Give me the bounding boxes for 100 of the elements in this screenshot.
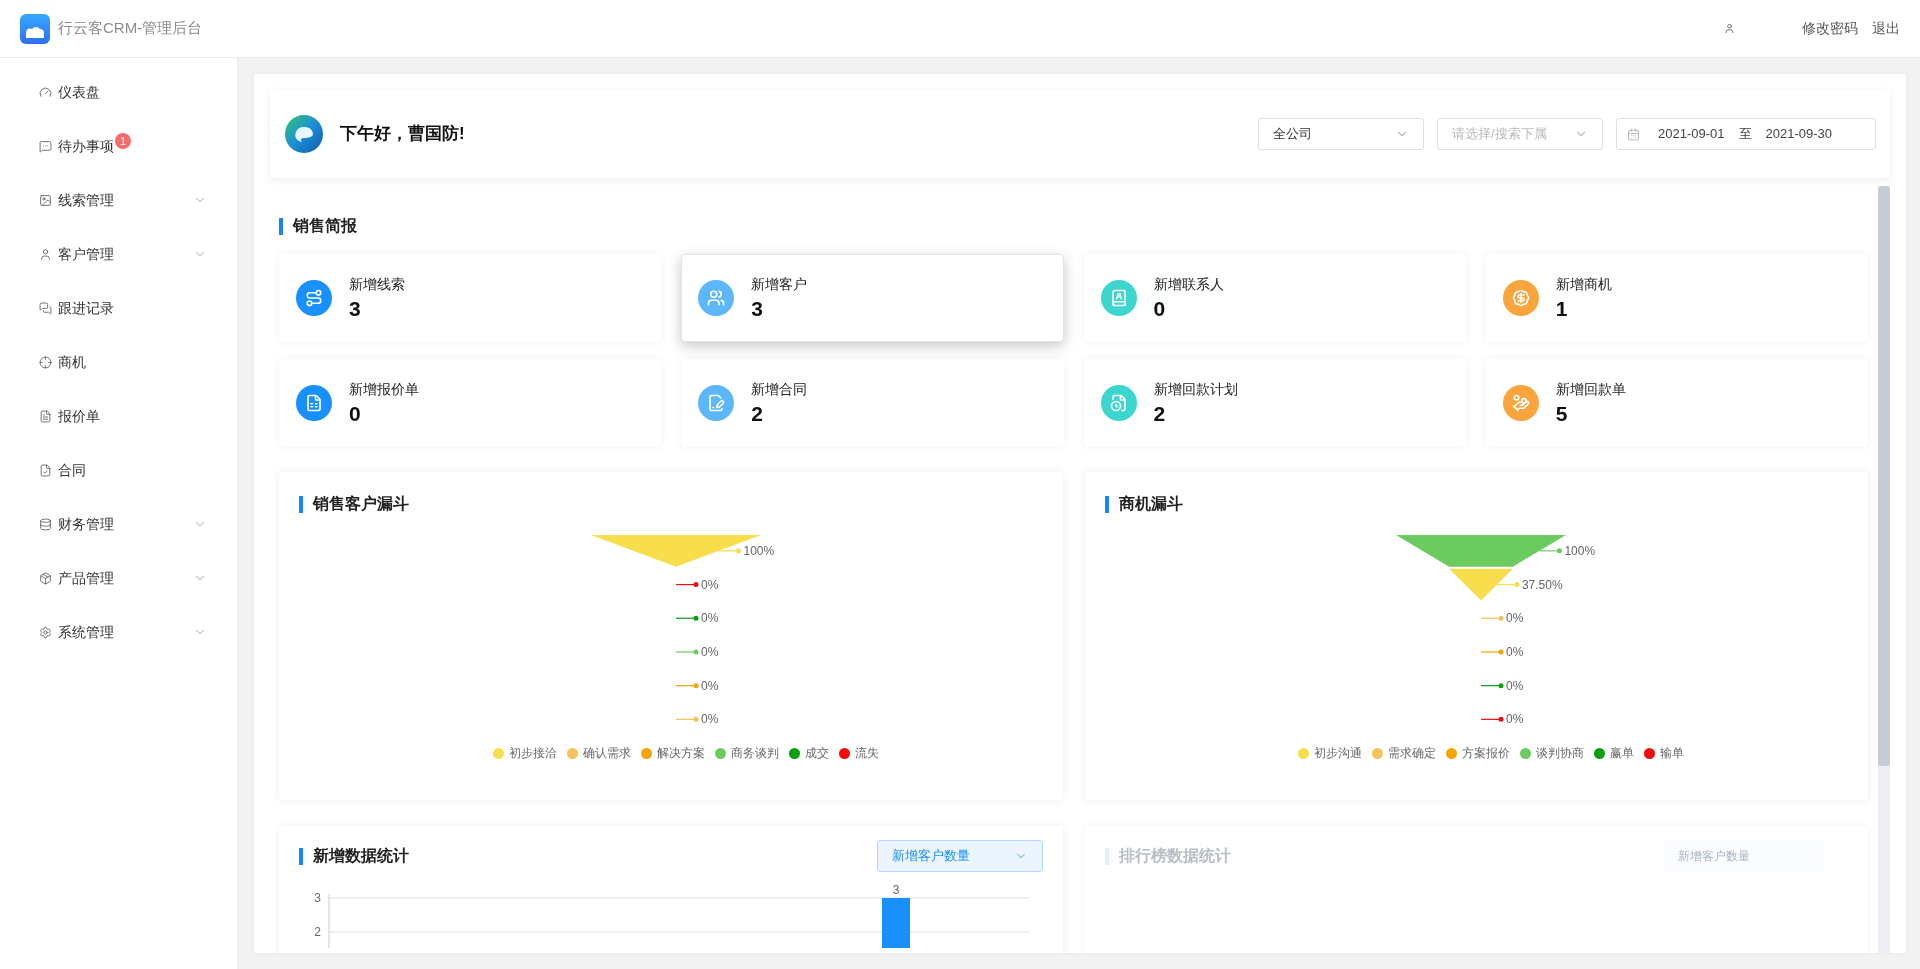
leader-line bbox=[1480, 617, 1500, 619]
user-icon bbox=[39, 247, 52, 261]
sidebar-item[interactable]: 产品管理 bbox=[0, 551, 237, 605]
gauge-icon bbox=[39, 85, 52, 99]
legend-label[interactable]: 谈判协商 bbox=[1536, 744, 1585, 763]
sidebar-item[interactable]: 合同 bbox=[0, 443, 237, 497]
leader-line bbox=[717, 550, 737, 552]
title-accent-bar bbox=[279, 217, 283, 235]
sidebar-item[interactable]: 商机 bbox=[0, 335, 237, 389]
leader-line bbox=[675, 718, 695, 720]
legend-label[interactable]: 确认需求 bbox=[582, 744, 631, 763]
sidebar-label: 产品管理 bbox=[58, 568, 114, 588]
percent-label: 0% bbox=[700, 577, 719, 592]
section-title: 排行榜数据统计 bbox=[1118, 846, 1231, 866]
stat-value: 3 bbox=[349, 295, 362, 322]
percent-label: 100% bbox=[1564, 543, 1596, 558]
title-accent-bar bbox=[1104, 847, 1109, 865]
stat-label: 新增线索 bbox=[349, 274, 405, 294]
legend-label[interactable]: 赢单 bbox=[1610, 744, 1635, 763]
sidebar-label: 合同 bbox=[58, 460, 86, 480]
sidebar-label: 线索管理 bbox=[58, 190, 114, 210]
stat-label: 新增商机 bbox=[1555, 274, 1612, 294]
stat-value: 0 bbox=[1153, 295, 1167, 322]
percent-label: 0% bbox=[1506, 644, 1524, 659]
stat-card[interactable]: 新增回款单 5 bbox=[1485, 359, 1868, 447]
stat-card[interactable]: 新增线索 3 bbox=[279, 254, 662, 342]
package-icon bbox=[39, 571, 52, 585]
database-icon bbox=[39, 517, 52, 531]
percent-label: 0% bbox=[1506, 712, 1524, 727]
stat-label: 新增回款计划 bbox=[1153, 379, 1238, 399]
stat-card[interactable]: 新增客户 3 bbox=[681, 254, 1064, 342]
sidebar-label: 跟进记录 bbox=[58, 298, 114, 318]
legend-label[interactable]: 流失 bbox=[854, 744, 879, 763]
scrollbar-thumb[interactable] bbox=[1878, 186, 1890, 766]
stat-card[interactable]: 新增联系人 0 bbox=[1083, 254, 1466, 342]
header-link[interactable]: 修改密码 bbox=[1802, 18, 1858, 39]
stat-value: 3 bbox=[751, 295, 764, 322]
percent-label: 0% bbox=[700, 712, 719, 727]
section-title: 销售简报 bbox=[293, 216, 357, 236]
legend-label[interactable]: 需求确定 bbox=[1388, 744, 1437, 763]
company-select[interactable]: 全公司 bbox=[1258, 118, 1424, 150]
settings-icon bbox=[39, 625, 52, 639]
leader-line bbox=[675, 651, 695, 653]
legend-label[interactable]: 成交 bbox=[804, 744, 829, 763]
axis-tick-label: 3 bbox=[314, 891, 321, 905]
legend-label[interactable]: 方案报价 bbox=[1462, 744, 1511, 763]
stat-label: 新增联系人 bbox=[1153, 274, 1224, 294]
stat-card[interactable]: 新增商机 1 bbox=[1485, 254, 1868, 342]
stat-value: 5 bbox=[1555, 400, 1569, 427]
header-link[interactable]: 退出 bbox=[1872, 18, 1900, 39]
sidebar-item[interactable]: 仪表盘 bbox=[0, 65, 237, 119]
percent-label: 0% bbox=[700, 611, 719, 626]
percent-label: 0% bbox=[700, 644, 719, 659]
sidebar-label: 仪表盘 bbox=[58, 82, 100, 102]
user-icon[interactable] bbox=[1724, 23, 1735, 34]
picture-icon bbox=[39, 193, 52, 207]
leader-line bbox=[675, 583, 695, 586]
section-title: 销售客户漏斗 bbox=[313, 494, 409, 514]
legend-label[interactable]: 输单 bbox=[1660, 744, 1685, 763]
date-range-field[interactable]: 2021-09-01 至 2021-09-30 bbox=[1616, 118, 1876, 150]
sidebar-item[interactable]: 财务管理 bbox=[0, 497, 237, 551]
legend-label[interactable]: 商务谈判 bbox=[730, 744, 779, 763]
leader-line bbox=[1480, 685, 1500, 687]
calendar-icon bbox=[1627, 127, 1640, 141]
sidebar-item[interactable]: 线索管理 bbox=[0, 173, 237, 227]
document-check-icon bbox=[39, 463, 52, 477]
leader-dot bbox=[1514, 582, 1520, 588]
sidebar-item[interactable]: 待办事项 1 bbox=[0, 119, 237, 173]
sidebar-label: 系统管理 bbox=[58, 622, 114, 642]
stat-card[interactable]: 新增合同 2 bbox=[681, 359, 1064, 447]
document-icon bbox=[39, 409, 52, 423]
title-accent-bar bbox=[299, 495, 303, 513]
percent-label: 37.50% bbox=[1522, 577, 1563, 592]
sidebar-label: 商机 bbox=[58, 352, 86, 372]
legend-label[interactable]: 初步接洽 bbox=[508, 744, 557, 763]
stat-card[interactable]: 新增回款计划 2 bbox=[1083, 359, 1466, 447]
stat-label: 新增回款单 bbox=[1555, 379, 1626, 399]
legend-label[interactable]: 解决方案 bbox=[656, 744, 705, 763]
sidebar-item[interactable]: 跟进记录 bbox=[0, 281, 237, 335]
notification-badge: 1 bbox=[115, 133, 131, 149]
leader-line bbox=[675, 617, 695, 619]
stat-label: 新增报价单 bbox=[349, 379, 419, 399]
legend-label[interactable]: 初步沟通 bbox=[1314, 744, 1363, 763]
title-accent-bar bbox=[299, 847, 303, 865]
leader-line bbox=[1480, 651, 1500, 653]
sidebar-item[interactable]: 报价单 bbox=[0, 389, 237, 443]
leader-line bbox=[1539, 550, 1559, 552]
greeting-text: 下午好，曹国防! bbox=[340, 123, 465, 146]
stat-value: 1 bbox=[1555, 295, 1569, 322]
date-separator: 至 bbox=[1738, 125, 1752, 144]
sidebar-item[interactable]: 系统管理 bbox=[0, 605, 237, 659]
leader-dot bbox=[1557, 548, 1563, 554]
stat-value: 0 bbox=[349, 400, 362, 427]
sidebar-item[interactable]: 客户管理 bbox=[0, 227, 237, 281]
chart-bar bbox=[882, 898, 910, 948]
percent-label: 100% bbox=[743, 543, 774, 558]
axis-tick-label: 2 bbox=[314, 925, 321, 939]
bar-value-label: 3 bbox=[892, 883, 900, 897]
section-title: 新增数据统计 bbox=[313, 846, 409, 866]
stat-card[interactable]: 新增报价单 0 bbox=[279, 359, 662, 447]
